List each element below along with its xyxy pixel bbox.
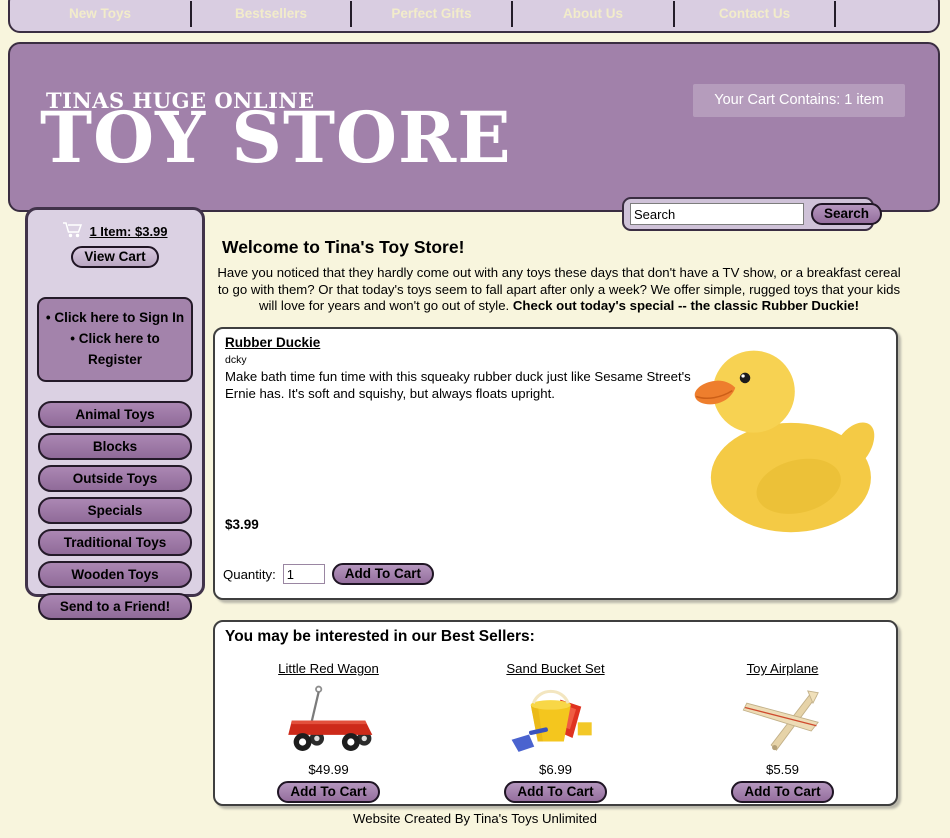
cart-status-banner[interactable]: Your Cart Contains: 1 item (693, 84, 905, 117)
best-sellers-heading: You may be interested in our Best Seller… (225, 628, 535, 646)
product-description: Make bath time fun time with this squeak… (225, 368, 697, 402)
register-link[interactable]: • Click here to Register (44, 329, 186, 371)
little-red-wagon-image (229, 683, 429, 759)
bucket-add-to-cart-button[interactable]: Add To Cart (504, 781, 606, 803)
quantity-label: Quantity: (223, 567, 276, 582)
sidebar-item-specials[interactable]: Specials (38, 497, 192, 524)
airplane-name-link[interactable]: Toy Airplane (747, 661, 819, 676)
sign-in-link[interactable]: • Click here to Sign In (44, 308, 186, 329)
search-bar: Search (622, 197, 874, 231)
sidebar-item-blocks[interactable]: Blocks (38, 433, 192, 460)
nav-item-contact-us[interactable]: Contact Us (675, 1, 836, 27)
category-menu: Animal Toys Blocks Outside Toys Specials… (28, 401, 202, 620)
sidebar-item-animal-toys[interactable]: Animal Toys (38, 401, 192, 428)
best-seller-item-airplane: Toy Airplane $5.59 Add To Cart (683, 660, 883, 803)
page-title: Welcome to Tina's Toy Store! (222, 237, 464, 258)
account-links-box: • Click here to Sign In • Click here to … (37, 297, 193, 382)
toy-store-page: New Toys Bestsellers Perfect Gifts About… (0, 0, 950, 838)
product-sku: dcky (225, 354, 247, 366)
sidebar: 1 Item: $3.99 View Cart • Click here to … (25, 207, 205, 597)
sidebar-item-wooden-toys[interactable]: Wooden Toys (38, 561, 192, 588)
nav-item-perfect-gifts[interactable]: Perfect Gifts (352, 1, 513, 27)
cart-summary-link[interactable]: 1 Item: $3.99 (89, 224, 167, 239)
sidebar-item-send-to-a-friend[interactable]: Send to a Friend! (38, 593, 192, 620)
best-seller-item-bucket: Sand Bucket Set $6.99 Add T (456, 660, 656, 803)
bucket-price: $6.99 (456, 762, 656, 777)
wagon-name-link[interactable]: Little Red Wagon (278, 661, 379, 676)
sidebar-item-traditional-toys[interactable]: Traditional Toys (38, 529, 192, 556)
sidebar-cart-summary: 1 Item: $3.99 (28, 221, 202, 241)
sidebar-item-outside-toys[interactable]: Outside Toys (38, 465, 192, 492)
wagon-add-to-cart-button[interactable]: Add To Cart (277, 781, 379, 803)
best-sellers-row: Little Red Wagon $49.99 Add To Cart (215, 660, 896, 803)
store-logo-title: TOY STORE (40, 96, 512, 179)
footer-credit: Website Created By Tina's Toys Unlimited (0, 811, 950, 826)
nav-spacer (836, 1, 938, 27)
quantity-input[interactable] (283, 564, 325, 584)
bucket-name-link[interactable]: Sand Bucket Set (506, 661, 604, 676)
intro-special-callout: Check out today's special -- the classic… (513, 298, 859, 313)
airplane-add-to-cart-button[interactable]: Add To Cart (731, 781, 833, 803)
shopping-cart-icon (62, 221, 84, 241)
nav-item-new-toys[interactable]: New Toys (10, 1, 192, 27)
wagon-price: $49.99 (229, 762, 429, 777)
add-to-cart-button[interactable]: Add To Cart (332, 563, 434, 585)
best-sellers-card: You may be interested in our Best Seller… (213, 620, 898, 806)
intro-paragraph: Have you noticed that they hardly come o… (214, 265, 904, 315)
quantity-row: Quantity: Add To Cart (223, 563, 434, 585)
featured-product-card: Rubber Duckie dcky Make bath time fun ti… (213, 327, 898, 600)
site-header: TINAS HUGE ONLINE TOY STORE Your Cart Co… (8, 42, 940, 212)
view-cart-button[interactable]: View Cart (71, 246, 158, 268)
product-price: $3.99 (225, 517, 259, 532)
nav-item-about-us[interactable]: About Us (513, 1, 675, 27)
airplane-price: $5.59 (683, 762, 883, 777)
search-input[interactable] (630, 203, 804, 225)
sand-bucket-set-image (456, 683, 656, 759)
search-button[interactable]: Search (811, 203, 882, 225)
nav-item-bestsellers[interactable]: Bestsellers (192, 1, 352, 27)
rubber-duckie-image (688, 335, 886, 540)
product-name-link[interactable]: Rubber Duckie (225, 335, 320, 350)
top-nav: New Toys Bestsellers Perfect Gifts About… (8, 0, 940, 33)
best-seller-item-wagon: Little Red Wagon $49.99 Add To Cart (229, 660, 429, 803)
toy-airplane-image (683, 683, 883, 759)
